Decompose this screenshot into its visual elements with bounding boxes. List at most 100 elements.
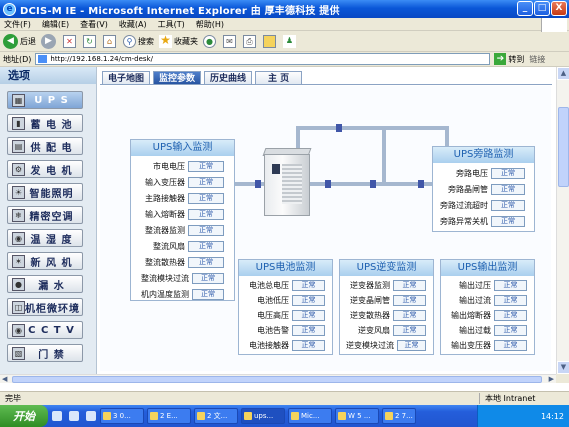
scroll-up-icon[interactable]: ▲	[557, 67, 569, 80]
messenger-button[interactable]: ♟	[283, 34, 298, 48]
sidebar-item-cctv[interactable]: ◉ C C T V	[7, 321, 83, 339]
sidebar-item-generator[interactable]: ⚙ 发 电 机	[7, 160, 83, 178]
maximize-button[interactable]: □	[534, 1, 550, 16]
search-button[interactable]: ⚲ 搜索	[123, 34, 154, 48]
address-input[interactable]: http://192.168.1.24/cm-desk/	[35, 53, 491, 65]
menu-file[interactable]: 文件(F)	[4, 19, 31, 30]
status-label: 电池总电压	[249, 280, 289, 290]
folder-button[interactable]	[263, 34, 278, 48]
scroll-down-icon[interactable]: ▼	[557, 361, 569, 374]
status-row: 主路接触器 正常	[131, 192, 224, 204]
favorites-button[interactable]: ★ 收藏夹	[159, 32, 198, 48]
stop-icon: ✕	[63, 34, 76, 48]
taskbar-item[interactable]: Mic...	[288, 408, 332, 424]
status-label: 逆变散热器	[350, 310, 390, 320]
hscroll-thumb[interactable]	[12, 376, 542, 383]
sidebar-item-access-control[interactable]: ▧ 门 禁	[7, 344, 83, 362]
status-row: 输出变压器 正常	[441, 339, 527, 351]
media-button[interactable]: ●	[203, 34, 218, 48]
scroll-thumb[interactable]	[558, 107, 569, 187]
back-button[interactable]: ◀ 后退	[3, 33, 36, 49]
desktop-icon[interactable]	[51, 411, 62, 421]
taskbar-item[interactable]: 2 文...	[194, 408, 238, 424]
start-button[interactable]: 开始	[0, 405, 48, 427]
pipe-node	[370, 180, 376, 188]
tab-history-curve[interactable]: 历史曲线	[204, 71, 253, 85]
status-value: 正常	[491, 215, 525, 227]
status-value: 正常	[494, 294, 527, 306]
status-value: 正常	[393, 279, 426, 291]
status-label: 市电电压	[153, 161, 185, 171]
tab-electronic-map[interactable]: 电子地图	[102, 71, 151, 85]
sidebar-item-battery[interactable]: ▮ 蓄 电 池	[7, 114, 83, 132]
status-label: 电池低压	[257, 295, 289, 305]
go-button[interactable]: ➔ 转到	[494, 53, 524, 65]
status-value: 正常	[393, 294, 426, 306]
messenger-icon: ♟	[283, 34, 296, 48]
sidebar-item-cabinet-environment[interactable]: ◫ 机柜微环境	[7, 298, 83, 316]
scroll-left-icon[interactable]: ◀	[2, 375, 7, 383]
tab-monitor-parameters[interactable]: 监控参数	[153, 71, 202, 85]
forward-button[interactable]: ▶	[41, 33, 58, 49]
menu-edit[interactable]: 编辑(E)	[42, 19, 69, 30]
ups-inverter-panel: UPS逆变监测 逆变器监测 正常 逆变晶闸管 正常 逆变散热器 正常 逆变风扇 正常 逆…	[339, 259, 434, 355]
stop-button[interactable]: ✕	[63, 34, 78, 48]
taskbar: 开始 3 0... 2 E... 2 文... ups... Mic... W …	[0, 405, 569, 427]
menu-help[interactable]: 帮助(H)	[196, 19, 224, 30]
status-row: 逆变器监测 正常	[340, 279, 426, 291]
horizontal-scrollbar[interactable]: ◀ ▶	[0, 374, 556, 383]
sidebar-item-fresh-air[interactable]: ✶ 新 风 机	[7, 252, 83, 270]
home-icon: ⌂	[103, 34, 116, 48]
refresh-button[interactable]: ↻	[83, 34, 98, 48]
pipe-up-right	[382, 126, 386, 184]
star-icon: ★	[159, 32, 172, 48]
sidebar-item-label: 新 风 机	[30, 257, 73, 269]
sidebar-item-power-distribution[interactable]: ▤ 供 配 电	[7, 137, 83, 155]
clock[interactable]: 14:12	[541, 412, 564, 421]
sidebar-item-ups[interactable]: ▦ U P S	[7, 91, 83, 109]
status-label: 旁路电压	[456, 168, 488, 178]
power-distribution-icon: ▤	[12, 139, 25, 153]
status-row: 电池总电压 正常	[239, 279, 325, 291]
sidebar-item-temperature-humidity[interactable]: ◉ 温 湿 度	[7, 229, 83, 247]
scroll-right-icon[interactable]: ▶	[549, 375, 554, 383]
status-bar: 完毕 本地 Intranet	[0, 391, 569, 405]
sidebar-item-air-conditioner[interactable]: ❄ 精密空调	[7, 206, 83, 224]
sidebar-item-water-leak[interactable]: ● 漏 水	[7, 275, 83, 293]
status-value: 正常	[491, 183, 525, 195]
status-row: 旁路电压 正常	[433, 167, 525, 179]
menu-favorites[interactable]: 收藏(A)	[119, 19, 147, 30]
links-label[interactable]: 链接	[529, 54, 545, 65]
taskbar-item[interactable]: W 5 ...	[335, 408, 379, 424]
vertical-scrollbar[interactable]: ▲ ▼	[556, 67, 569, 374]
tab-home[interactable]: 主 页	[255, 71, 303, 85]
browser-toolbar: ◀ 后退 ▶ ✕ ↻ ⌂ ⚲ 搜索 ★ 收藏夹 ● ✉ ⎙ ♟	[0, 31, 569, 52]
cabinet-icon: ◫	[12, 300, 25, 314]
water-leak-icon: ●	[12, 277, 25, 291]
panel-title: UPS电池监测	[239, 260, 332, 276]
status-value: 正常	[292, 309, 325, 321]
status-row: 输出熔断器 正常	[441, 309, 527, 321]
sidebar-item-lighting[interactable]: ☀ 智能照明	[7, 183, 83, 201]
menu-view[interactable]: 查看(V)	[80, 19, 108, 30]
minimize-button[interactable]: _	[517, 1, 533, 16]
status-value: 正常	[292, 339, 325, 351]
taskbar-item[interactable]: 3 0...	[100, 408, 144, 424]
media-player-icon[interactable]	[86, 411, 97, 421]
taskbar-item[interactable]: ups...	[241, 408, 285, 424]
panel-title: UPS输出监测	[441, 260, 534, 276]
status-row: 输入熔断器 正常	[131, 208, 224, 220]
bypass-pipe-right	[382, 126, 448, 130]
menu-tools[interactable]: 工具(T)	[158, 19, 185, 30]
home-button[interactable]: ⌂	[103, 34, 118, 48]
print-button[interactable]: ⎙	[243, 34, 258, 48]
status-row: 逆变风扇 正常	[340, 324, 426, 336]
status-row: 整流模块过流 正常	[131, 272, 224, 284]
status-row: 旁路晶闸管 正常	[433, 183, 525, 195]
taskbar-item[interactable]: 2 E...	[147, 408, 191, 424]
ie-icon[interactable]	[68, 411, 79, 421]
close-button[interactable]: X	[551, 1, 567, 16]
sidebar-item-label: 门 禁	[38, 349, 65, 361]
taskbar-item[interactable]: 2 7...	[382, 408, 416, 424]
mail-button[interactable]: ✉	[223, 34, 238, 48]
